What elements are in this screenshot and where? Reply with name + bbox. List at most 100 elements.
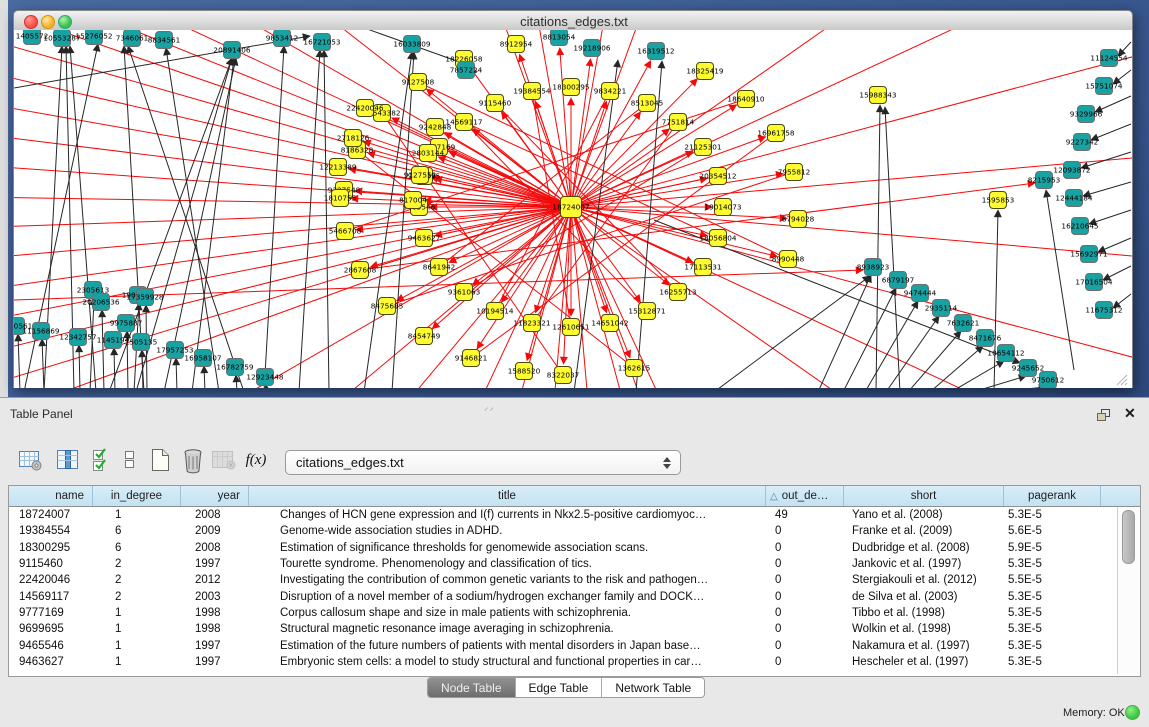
table-row[interactable]: 969969511998Structural magnetic resonanc… — [9, 621, 1140, 637]
citation-edge-black[interactable] — [102, 310, 104, 388]
citation-edge-black[interactable] — [1046, 190, 1074, 370]
table-cell[interactable]: 5.3E-5 — [1004, 623, 1101, 635]
table-cell[interactable]: 0 — [766, 574, 844, 586]
table-cell[interactable]: 2003 — [181, 591, 249, 603]
table-source-dropdown[interactable]: citations_edges.txt — [285, 450, 681, 475]
citation-edge-red[interactable] — [520, 54, 571, 207]
float-panel-icon[interactable] — [1096, 408, 1111, 422]
table-cell[interactable]: Tourette syndrome. Phenomenology and cla… — [249, 558, 766, 570]
citation-edge-black[interactable] — [714, 276, 870, 388]
tab-network-table[interactable]: Network Table — [602, 678, 704, 697]
table-cell[interactable]: 5.3E-5 — [1004, 591, 1101, 603]
table-cell[interactable]: 5.9E-5 — [1004, 542, 1101, 554]
table-cell[interactable]: Disruption of a novel member of a sodium… — [249, 591, 766, 603]
table-cell[interactable]: 1997 — [181, 640, 249, 652]
table-row[interactable]: 1872400712008Changes of HCN gene express… — [9, 507, 1140, 523]
table-cell[interactable]: 5.5E-5 — [1004, 574, 1101, 586]
column-header-name[interactable]: name — [9, 486, 93, 506]
citation-edge-black[interactable] — [79, 345, 80, 388]
table-cell[interactable]: Genome-wide association studies in ADHD. — [249, 525, 766, 537]
window-titlebar[interactable]: citations_edges.txt — [13, 10, 1133, 32]
close-panel-icon[interactable]: ✕ — [1124, 405, 1136, 422]
table-cell[interactable]: 9465546 — [9, 640, 93, 652]
citation-edge-black[interactable] — [885, 107, 900, 388]
column-header-in_degree[interactable]: in_degree — [93, 486, 181, 506]
table-cell[interactable]: 0 — [766, 558, 844, 570]
table-cell[interactable]: 0 — [766, 525, 844, 537]
table-cell[interactable]: 2009 — [181, 525, 249, 537]
new-table-icon[interactable] — [146, 446, 174, 474]
canvas-resize-grip[interactable] — [1115, 374, 1129, 386]
table-row[interactable]: 946554611997Estimation of the future num… — [9, 637, 1140, 653]
function-builder-icon[interactable]: f(x) — [242, 446, 270, 474]
citation-edge-black[interactable] — [324, 50, 329, 388]
table-cell[interactable]: 2008 — [181, 542, 249, 554]
table-cell[interactable]: 1 — [93, 607, 181, 619]
delete-table-icon[interactable] — [179, 446, 207, 474]
citation-edge-red[interactable] — [571, 207, 606, 313]
table-cell[interactable]: 1997 — [181, 558, 249, 570]
citation-edge-black[interactable] — [166, 48, 219, 388]
table-cell[interactable]: 49 — [766, 509, 844, 521]
table-cell[interactable]: Corpus callosum shape and size in male p… — [249, 607, 766, 619]
citation-edge-black[interactable] — [204, 366, 205, 388]
table-row[interactable]: 911546021997Tourette syndrome. Phenomeno… — [9, 556, 1140, 572]
table-cell[interactable]: Tibbo et al. (1998) — [844, 607, 1004, 619]
column-header-short[interactable]: short — [844, 486, 1004, 506]
table-cell[interactable]: Nakamura et al. (1997) — [844, 640, 1004, 652]
table-cell[interactable]: 2012 — [181, 574, 249, 586]
table-cell[interactable]: Jankovic et al. (1997) — [844, 558, 1004, 570]
citation-edge-black[interactable] — [876, 105, 880, 388]
citation-edge-black[interactable] — [114, 348, 115, 388]
citation-edge-black[interactable] — [865, 301, 918, 388]
citation-edge-red[interactable] — [14, 116, 571, 207]
table-cell[interactable]: 2 — [93, 574, 181, 586]
row-height-icon[interactable] — [116, 446, 144, 474]
table-cell[interactable]: Dudbridge et al. (2008) — [844, 542, 1004, 554]
citation-edge-black[interactable] — [192, 58, 234, 388]
citation-edge-black[interactable] — [18, 334, 20, 388]
citation-edge-black[interactable] — [236, 375, 237, 388]
citation-edge-black[interactable] — [995, 387, 1046, 388]
citation-edge-black[interactable] — [574, 60, 618, 388]
table-cell[interactable]: 0 — [766, 607, 844, 619]
table-cell[interactable]: Franke et al. (2009) — [844, 525, 1004, 537]
table-cell[interactable]: 0 — [766, 542, 844, 554]
citation-edge-black[interactable] — [42, 339, 44, 388]
table-row[interactable]: 1938455462009Genome-wide association stu… — [9, 523, 1140, 539]
citation-edge-black[interactable] — [176, 358, 177, 388]
table-cell[interactable]: 1998 — [181, 623, 249, 635]
table-cell[interactable]: Estimation of the future numbers of pati… — [249, 640, 766, 652]
tab-node-table[interactable]: Node Table — [428, 678, 516, 697]
modify-table-icon[interactable] — [16, 446, 44, 474]
table-cell[interactable]: Yano et al. (2008) — [844, 509, 1004, 521]
table-row[interactable]: 946362711997Embryonic stem cells: a mode… — [9, 654, 1140, 670]
table-cell[interactable]: 14569117 — [9, 591, 93, 603]
table-cell[interactable]: 6 — [93, 542, 181, 554]
table-cell[interactable]: 9777169 — [9, 607, 93, 619]
table-cell[interactable]: 5.3E-5 — [1004, 607, 1101, 619]
table-cell[interactable]: Investigating the contribution of common… — [249, 574, 766, 586]
table-cell[interactable]: Hescheler et al. (1997) — [844, 656, 1004, 668]
table-cell[interactable]: 2 — [93, 591, 181, 603]
table-cell[interactable]: 1 — [93, 623, 181, 635]
table-cell[interactable]: 0 — [766, 623, 844, 635]
citation-edge-red[interactable] — [571, 101, 606, 207]
table-cell[interactable]: 18300295 — [9, 542, 93, 554]
table-row[interactable]: 1830029562008Estimation of significance … — [9, 540, 1140, 556]
citation-network-graph[interactable]: 1872400718300295193845549115460145691179… — [14, 30, 1132, 388]
table-cell[interactable]: 19384554 — [9, 525, 93, 537]
citation-edge-black[interactable] — [818, 275, 871, 388]
table-scrollbar[interactable] — [1117, 507, 1140, 674]
table-cell[interactable]: Estimation of significance thresholds fo… — [249, 542, 766, 554]
table-cell[interactable]: 5.6E-5 — [1004, 525, 1101, 537]
table-row[interactable]: 2242004622012Investigating the contribut… — [9, 572, 1140, 588]
table-cell[interactable]: 1997 — [181, 656, 249, 668]
panel-splitter-grip[interactable]: ⸝⸝ — [484, 400, 495, 413]
table-cell[interactable]: 0 — [766, 656, 844, 668]
table-cell[interactable]: Changes of HCN gene expression and I(f) … — [249, 509, 766, 521]
table-cell[interactable]: Wolkin et al. (1998) — [844, 623, 1004, 635]
memory-status-icon[interactable] — [1125, 705, 1140, 720]
table-scrollbar-thumb[interactable] — [1122, 510, 1135, 564]
column-settings-icon[interactable] — [54, 446, 82, 474]
